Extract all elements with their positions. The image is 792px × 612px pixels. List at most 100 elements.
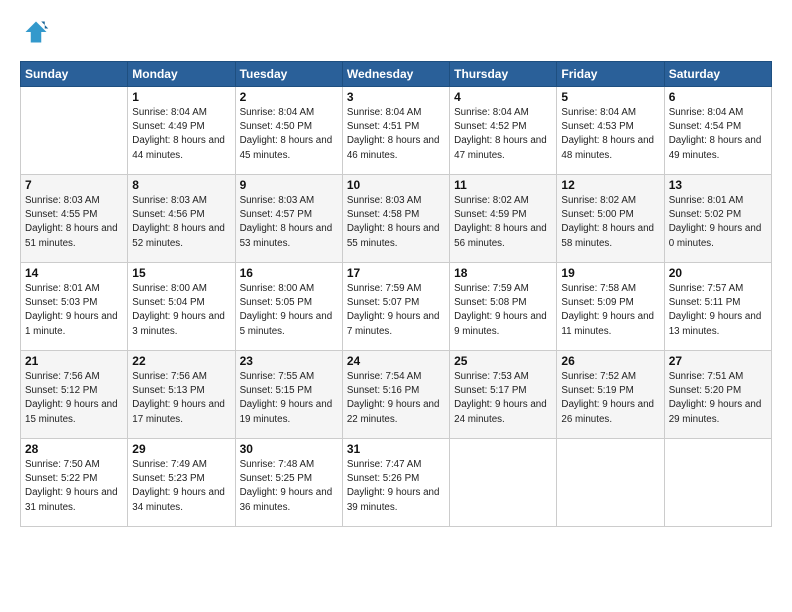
week-row-4: 28Sunrise: 7:50 AMSunset: 5:22 PMDayligh…	[21, 439, 772, 527]
day-info: Sunrise: 8:03 AMSunset: 4:55 PMDaylight:…	[25, 194, 123, 251]
calendar-cell: 9 Sunrise: 8:03 AMSunset: 4:57 PMDaylight…	[235, 175, 342, 263]
day-number: 5	[561, 90, 659, 104]
calendar-cell: 7 Sunrise: 8:03 AMSunset: 4:55 PMDaylight…	[21, 175, 128, 263]
day-info: Sunrise: 8:04 AMSunset: 4:49 PMDaylight:…	[132, 106, 230, 163]
calendar-cell: 16Sunrise: 8:00 AMSunset: 5:05 PMDayligh…	[235, 263, 342, 351]
day-info: Sunrise: 8:03 AMSunset: 4:57 PMDaylight:…	[240, 194, 338, 251]
day-info: Sunrise: 7:58 AMSunset: 5:09 PMDaylight:…	[561, 282, 659, 339]
day-info: Sunrise: 7:59 AMSunset: 5:08 PMDaylight:…	[454, 282, 552, 339]
day-info: Sunrise: 8:00 AMSunset: 5:04 PMDaylight:…	[132, 282, 230, 339]
day-info: Sunrise: 8:04 AMSunset: 4:54 PMDaylight:…	[669, 106, 767, 163]
day-info: Sunrise: 8:04 AMSunset: 4:53 PMDaylight:…	[561, 106, 659, 163]
calendar-cell	[450, 439, 557, 527]
day-number: 9	[240, 178, 338, 192]
day-number: 11	[454, 178, 552, 192]
calendar-cell: 25 Sunrise: 7:53 AMSunset: 5:17 PMDayligh…	[450, 351, 557, 439]
calendar-cell: 17 Sunrise: 7:59 AMSunset: 5:07 PMDayligh…	[342, 263, 449, 351]
calendar-cell: 26 Sunrise: 7:52 AMSunset: 5:19 PMDayligh…	[557, 351, 664, 439]
calendar-cell	[664, 439, 771, 527]
day-number: 15	[132, 266, 230, 280]
logo-icon	[22, 18, 50, 46]
day-number: 17	[347, 266, 445, 280]
day-info: Sunrise: 8:00 AMSunset: 5:05 PMDaylight:…	[240, 282, 338, 339]
day-number: 4	[454, 90, 552, 104]
calendar-cell: 1 Sunrise: 8:04 AMSunset: 4:49 PMDaylight…	[128, 87, 235, 175]
day-info: Sunrise: 7:56 AMSunset: 5:13 PMDaylight:…	[132, 370, 230, 427]
day-info: Sunrise: 8:03 AMSunset: 4:56 PMDaylight:…	[132, 194, 230, 251]
calendar-cell: 27 Sunrise: 7:51 AMSunset: 5:20 PMDayligh…	[664, 351, 771, 439]
day-number: 18	[454, 266, 552, 280]
calendar-cell: 21 Sunrise: 7:56 AMSunset: 5:12 PMDayligh…	[21, 351, 128, 439]
calendar-cell: 18 Sunrise: 7:59 AMSunset: 5:08 PMDayligh…	[450, 263, 557, 351]
week-row-1: 7 Sunrise: 8:03 AMSunset: 4:55 PMDaylight…	[21, 175, 772, 263]
day-number: 23	[240, 354, 338, 368]
day-number: 3	[347, 90, 445, 104]
day-info: Sunrise: 7:48 AMSunset: 5:25 PMDaylight:…	[240, 458, 338, 515]
calendar-cell: 4 Sunrise: 8:04 AMSunset: 4:52 PMDaylight…	[450, 87, 557, 175]
logo	[20, 18, 50, 51]
day-number: 27	[669, 354, 767, 368]
day-info: Sunrise: 7:53 AMSunset: 5:17 PMDaylight:…	[454, 370, 552, 427]
calendar-cell: 15 Sunrise: 8:00 AMSunset: 5:04 PMDayligh…	[128, 263, 235, 351]
day-number: 12	[561, 178, 659, 192]
day-number: 10	[347, 178, 445, 192]
calendar-cell: 14 Sunrise: 8:01 AMSunset: 5:03 PMDayligh…	[21, 263, 128, 351]
day-info: Sunrise: 7:59 AMSunset: 5:07 PMDaylight:…	[347, 282, 445, 339]
week-row-3: 21 Sunrise: 7:56 AMSunset: 5:12 PMDayligh…	[21, 351, 772, 439]
day-number: 22	[132, 354, 230, 368]
calendar-cell	[21, 87, 128, 175]
day-number: 21	[25, 354, 123, 368]
day-number: 19	[561, 266, 659, 280]
weekday-header-saturday: Saturday	[664, 62, 771, 87]
day-info: Sunrise: 8:01 AMSunset: 5:02 PMDaylight:…	[669, 194, 767, 251]
page: SundayMondayTuesdayWednesdayThursdayFrid…	[0, 0, 792, 612]
day-info: Sunrise: 8:02 AMSunset: 4:59 PMDaylight:…	[454, 194, 552, 251]
calendar-cell: 31Sunrise: 7:47 AMSunset: 5:26 PMDayligh…	[342, 439, 449, 527]
calendar-cell: 29 Sunrise: 7:49 AMSunset: 5:23 PMDayligh…	[128, 439, 235, 527]
day-number: 25	[454, 354, 552, 368]
day-number: 29	[132, 442, 230, 456]
calendar-body: 1 Sunrise: 8:04 AMSunset: 4:49 PMDaylight…	[21, 87, 772, 527]
day-number: 8	[132, 178, 230, 192]
calendar-cell: 13 Sunrise: 8:01 AMSunset: 5:02 PMDayligh…	[664, 175, 771, 263]
calendar-cell	[557, 439, 664, 527]
day-number: 7	[25, 178, 123, 192]
day-info: Sunrise: 8:04 AMSunset: 4:50 PMDaylight:…	[240, 106, 338, 163]
day-number: 13	[669, 178, 767, 192]
day-number: 28	[25, 442, 123, 456]
calendar-cell: 2 Sunrise: 8:04 AMSunset: 4:50 PMDaylight…	[235, 87, 342, 175]
day-info: Sunrise: 7:56 AMSunset: 5:12 PMDaylight:…	[25, 370, 123, 427]
day-info: Sunrise: 7:55 AMSunset: 5:15 PMDaylight:…	[240, 370, 338, 427]
day-number: 26	[561, 354, 659, 368]
weekday-header-sunday: Sunday	[21, 62, 128, 87]
calendar-cell: 24 Sunrise: 7:54 AMSunset: 5:16 PMDayligh…	[342, 351, 449, 439]
day-info: Sunrise: 7:51 AMSunset: 5:20 PMDaylight:…	[669, 370, 767, 427]
calendar-cell: 5 Sunrise: 8:04 AMSunset: 4:53 PMDaylight…	[557, 87, 664, 175]
day-number: 30	[240, 442, 338, 456]
day-info: Sunrise: 8:01 AMSunset: 5:03 PMDaylight:…	[25, 282, 123, 339]
weekday-header-wednesday: Wednesday	[342, 62, 449, 87]
day-info: Sunrise: 7:54 AMSunset: 5:16 PMDaylight:…	[347, 370, 445, 427]
calendar-cell: 19 Sunrise: 7:58 AMSunset: 5:09 PMDayligh…	[557, 263, 664, 351]
day-number: 6	[669, 90, 767, 104]
day-info: Sunrise: 8:03 AMSunset: 4:58 PMDaylight:…	[347, 194, 445, 251]
calendar-cell: 10 Sunrise: 8:03 AMSunset: 4:58 PMDayligh…	[342, 175, 449, 263]
calendar-cell: 11 Sunrise: 8:02 AMSunset: 4:59 PMDayligh…	[450, 175, 557, 263]
day-info: Sunrise: 7:49 AMSunset: 5:23 PMDaylight:…	[132, 458, 230, 515]
day-number: 2	[240, 90, 338, 104]
weekday-header-tuesday: Tuesday	[235, 62, 342, 87]
day-number: 1	[132, 90, 230, 104]
day-info: Sunrise: 8:04 AMSunset: 4:52 PMDaylight:…	[454, 106, 552, 163]
calendar-cell: 22 Sunrise: 7:56 AMSunset: 5:13 PMDayligh…	[128, 351, 235, 439]
weekday-header-thursday: Thursday	[450, 62, 557, 87]
day-number: 14	[25, 266, 123, 280]
day-number: 24	[347, 354, 445, 368]
calendar-cell: 28Sunrise: 7:50 AMSunset: 5:22 PMDayligh…	[21, 439, 128, 527]
calendar-cell: 6 Sunrise: 8:04 AMSunset: 4:54 PMDaylight…	[664, 87, 771, 175]
day-info: Sunrise: 7:57 AMSunset: 5:11 PMDaylight:…	[669, 282, 767, 339]
calendar-cell: 30 Sunrise: 7:48 AMSunset: 5:25 PMDayligh…	[235, 439, 342, 527]
weekday-header-friday: Friday	[557, 62, 664, 87]
weekday-header-row: SundayMondayTuesdayWednesdayThursdayFrid…	[21, 62, 772, 87]
header	[20, 18, 772, 51]
day-info: Sunrise: 7:52 AMSunset: 5:19 PMDaylight:…	[561, 370, 659, 427]
